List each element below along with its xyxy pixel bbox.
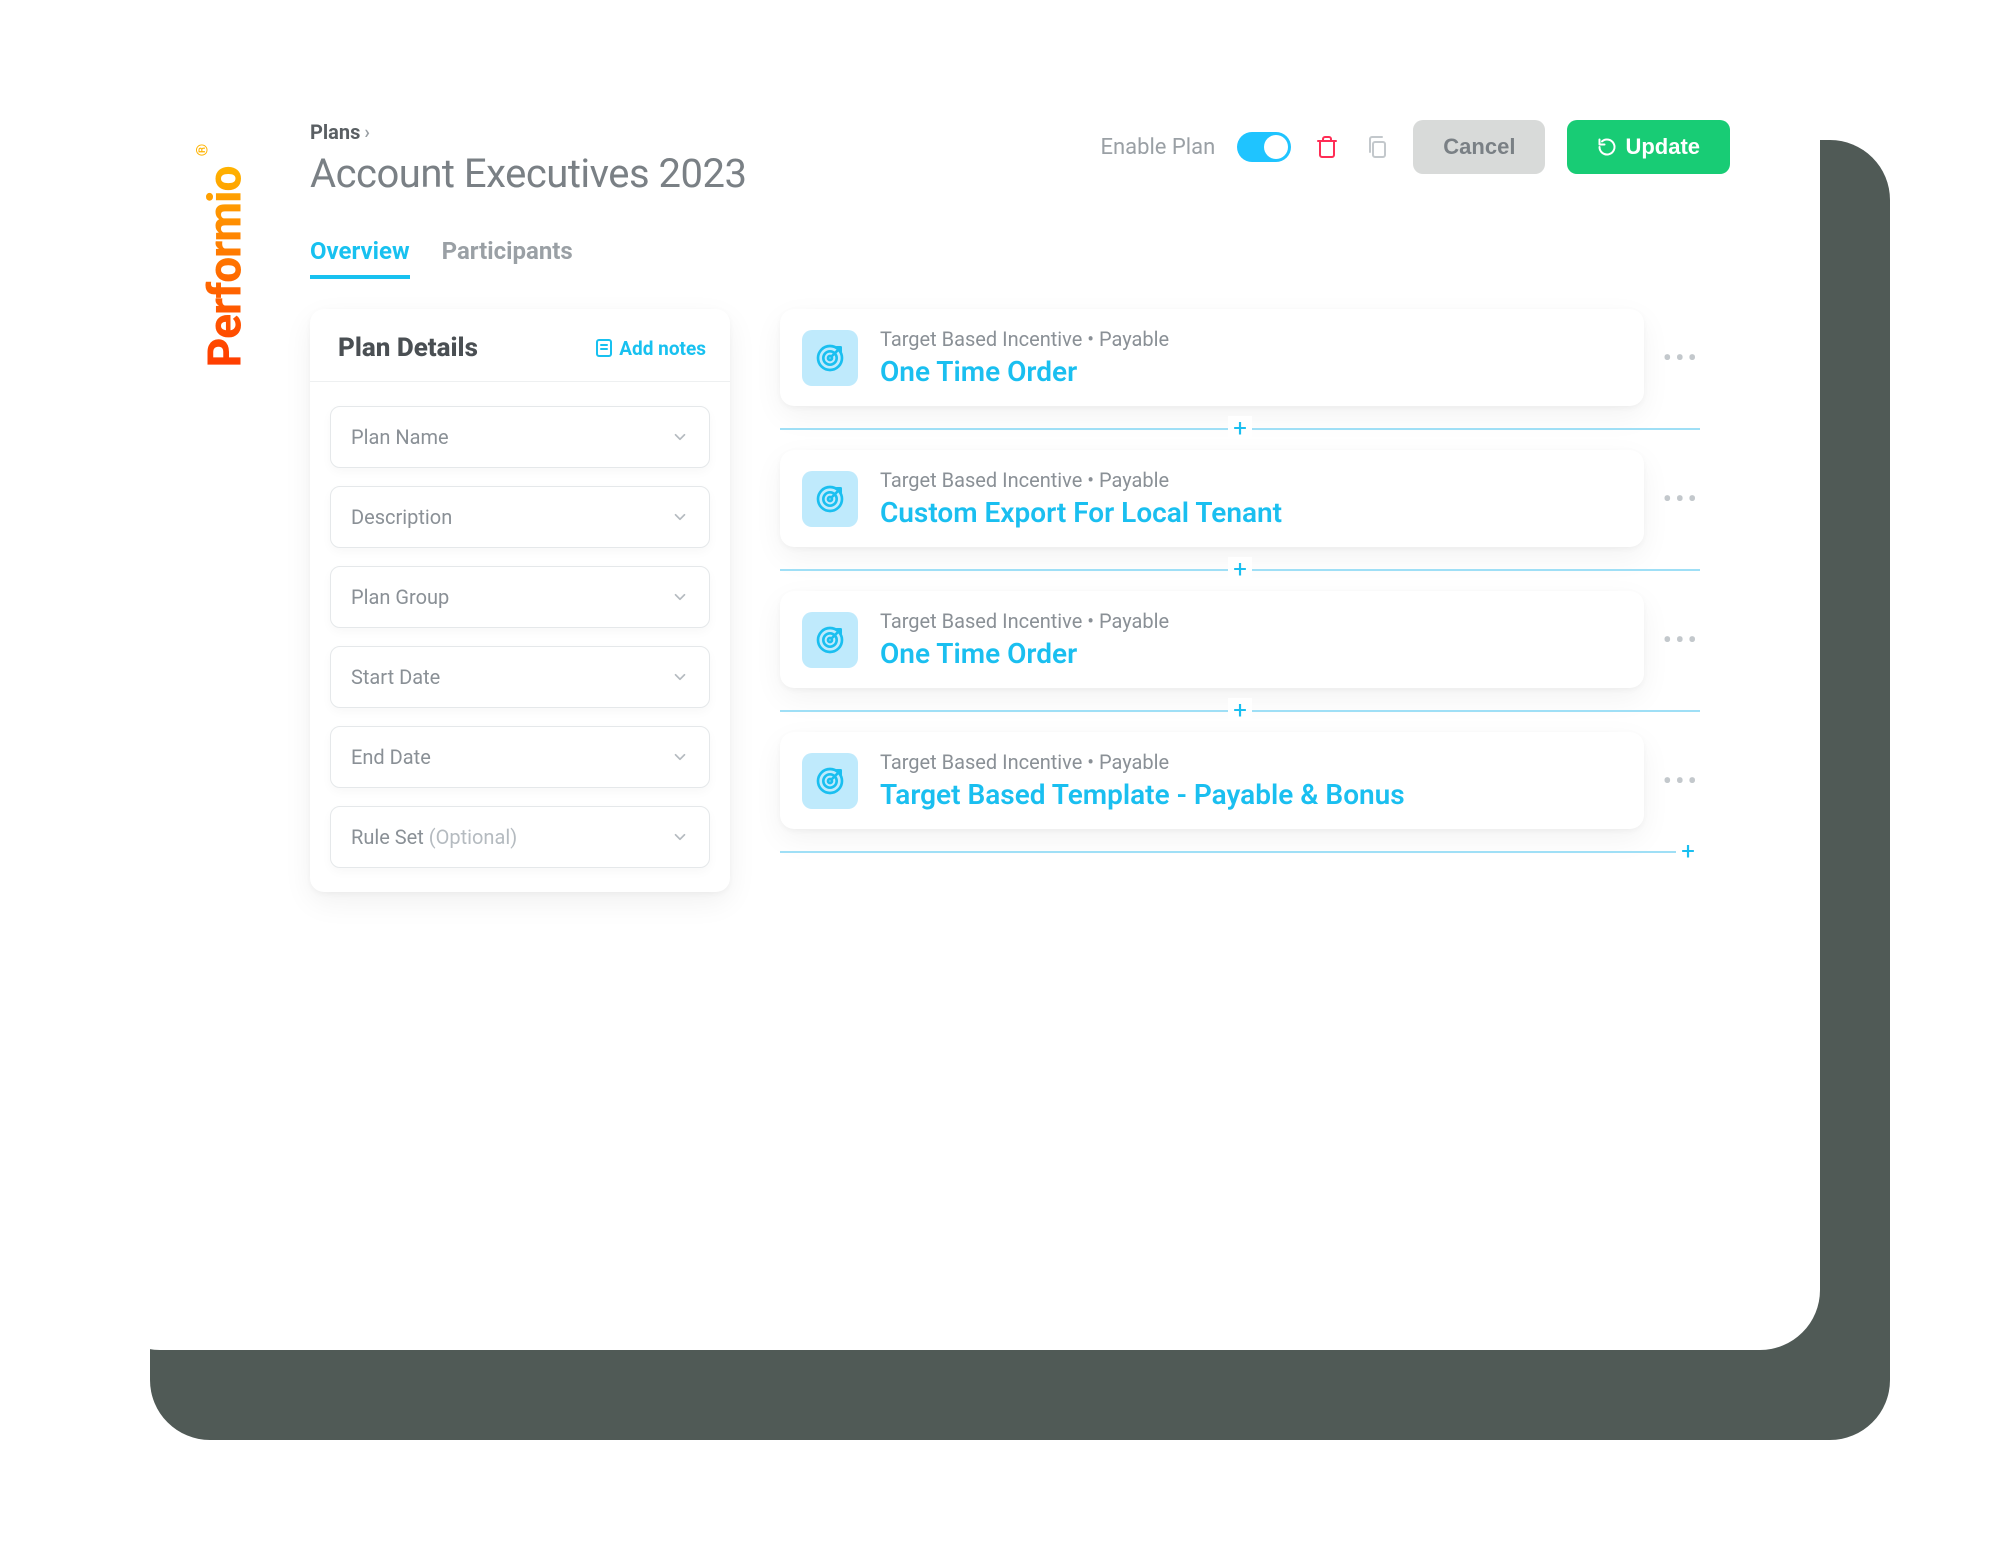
field-label: Plan Group [351,585,449,609]
incentive-title: Custom Export For Local Tenant [880,496,1282,529]
incentive-card[interactable]: Target Based Incentive • Payable One Tim… [780,591,1644,688]
toggle-knob [1264,135,1288,159]
app-window: Performio Plans › Account Executives 202… [100,60,1820,1350]
tab-overview[interactable]: Overview [310,237,410,279]
main-column: Plans › Account Executives 2023 Enable P… [290,120,1730,1290]
header: Plans › Account Executives 2023 Enable P… [310,120,1730,197]
incentive-text: Target Based Incentive • Payable Custom … [880,468,1282,529]
fields: Plan Name Description Plan Group Start D… [310,382,730,868]
chevron-down-icon [671,588,689,606]
breadcrumb-root: Plans [310,120,360,144]
tab-participants[interactable]: Participants [442,237,573,279]
incentive-item: Target Based Incentive • Payable Custom … [780,450,1700,547]
logo-column: Performio [160,120,290,1290]
enable-plan-toggle[interactable] [1237,132,1291,162]
field-description[interactable]: Description [330,486,710,548]
add-divider: + [780,551,1700,587]
field-label: Description [351,505,452,529]
incentive-title: One Time Order [880,355,1169,388]
chevron-down-icon [671,668,689,686]
field-label: Rule Set (Optional) [351,825,517,849]
add-divider: + [780,833,1700,869]
incentive-meta: Target Based Incentive • Payable [880,468,1282,492]
incentive-item: Target Based Incentive • Payable Target … [780,732,1700,829]
incentive-card[interactable]: Target Based Incentive • Payable Custom … [780,450,1644,547]
add-notes-label: Add notes [619,337,706,360]
card-menu-button[interactable]: ••• [1663,623,1700,656]
add-divider: + [780,692,1700,728]
card-menu-button[interactable]: ••• [1663,764,1700,797]
incentive-meta: Target Based Incentive • Payable [880,327,1169,351]
target-icon [802,330,858,386]
page-title: Account Executives 2023 [310,150,746,197]
brand-logo: Performio [198,167,252,368]
incentive-meta: Target Based Incentive • Payable [880,750,1405,774]
field-rule-set[interactable]: Rule Set (Optional) [330,806,710,868]
chevron-down-icon [671,428,689,446]
incentive-text: Target Based Incentive • Payable One Tim… [880,609,1169,670]
duplicate-button[interactable] [1363,133,1391,161]
header-actions: Enable Plan Cancel [1100,120,1730,174]
target-icon [802,471,858,527]
incentives-column: Target Based Incentive • Payable One Tim… [780,309,1730,873]
incentive-title: Target Based Template - Payable & Bonus [880,778,1405,811]
cancel-button[interactable]: Cancel [1413,120,1545,174]
field-label: Start Date [351,665,440,689]
plus-icon[interactable]: + [1676,839,1700,863]
incentive-text: Target Based Incentive • Payable One Tim… [880,327,1169,388]
target-icon [802,612,858,668]
target-icon [802,753,858,809]
incentive-card[interactable]: Target Based Incentive • Payable Target … [780,732,1644,829]
field-start-date[interactable]: Start Date [330,646,710,708]
incentive-title: One Time Order [880,637,1169,670]
plus-icon[interactable]: + [1228,416,1252,440]
cancel-button-label: Cancel [1443,134,1515,160]
incentive-item: Target Based Incentive • Payable One Tim… [780,309,1700,406]
enable-plan-label: Enable Plan [1100,135,1215,160]
note-icon [595,338,613,358]
field-label: Plan Name [351,425,449,449]
plus-icon[interactable]: + [1228,557,1252,581]
trash-icon [1316,135,1338,159]
title-block: Plans › Account Executives 2023 [310,120,746,197]
add-notes-button[interactable]: Add notes [595,337,706,360]
card-menu-button[interactable]: ••• [1663,482,1700,515]
panel-header: Plan Details Add notes [310,309,730,382]
chevron-down-icon [671,508,689,526]
field-end-date[interactable]: End Date [330,726,710,788]
copy-icon [1366,135,1388,159]
chevron-down-icon [671,748,689,766]
update-button-label: Update [1625,134,1700,160]
chevron-right-icon: › [364,122,369,143]
plus-icon[interactable]: + [1228,698,1252,722]
delete-button[interactable] [1313,133,1341,161]
field-plan-name[interactable]: Plan Name [330,406,710,468]
plan-details-panel: Plan Details Add notes Plan Name Des [310,309,730,892]
incentive-card[interactable]: Target Based Incentive • Payable One Tim… [780,309,1644,406]
incentive-meta: Target Based Incentive • Payable [880,609,1169,633]
chevron-down-icon [671,828,689,846]
incentive-text: Target Based Incentive • Payable Target … [880,750,1405,811]
add-divider: + [780,410,1700,446]
tabs: Overview Participants [310,237,1730,279]
breadcrumb[interactable]: Plans › [310,120,746,144]
refresh-icon [1597,137,1617,157]
update-button[interactable]: Update [1567,120,1730,174]
field-label: End Date [351,745,431,769]
field-plan-group[interactable]: Plan Group [330,566,710,628]
panel-title: Plan Details [338,333,478,363]
content: Plan Details Add notes Plan Name Des [310,309,1730,892]
incentive-item: Target Based Incentive • Payable One Tim… [780,591,1700,688]
card-menu-button[interactable]: ••• [1663,341,1700,374]
